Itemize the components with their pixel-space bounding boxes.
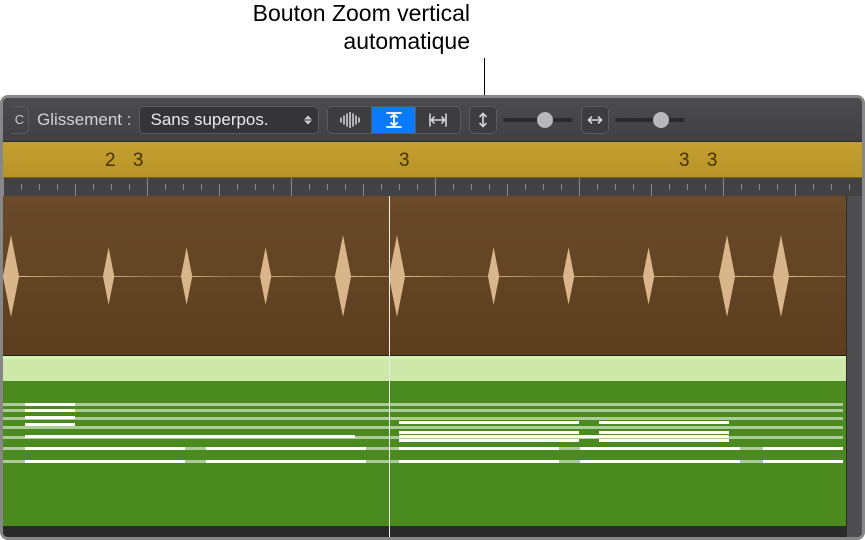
midi-note[interactable] [599,421,729,424]
midi-note[interactable] [25,403,75,406]
midi-note[interactable] [206,447,366,450]
midi-note[interactable] [25,435,355,438]
horizontal-zoom-button[interactable] [581,106,609,134]
ruler-bar-area[interactable]: 2 3 3 3 3 [3,142,862,178]
midi-track[interactable] [3,356,862,526]
midi-lane-line [3,409,843,412]
waveform-transient [181,243,230,309]
callout-text: Bouton Zoom vertical automatique [190,0,470,55]
ruler[interactable]: 2 3 3 3 3 [3,142,862,196]
midi-note[interactable] [399,439,579,442]
vertical-auto-zoom-icon [385,111,403,129]
midi-note[interactable] [763,447,843,450]
glissement-label: Glissement : [37,110,131,130]
waveform-transient [389,229,459,323]
updown-stepper-icon [304,115,312,124]
horizontal-auto-zoom-icon [428,113,448,127]
ruler-label: 3 [399,150,416,172]
midi-note[interactable] [599,439,729,442]
horizontal-zoom-slider-unit [581,106,685,134]
ruler-ticks [3,178,862,196]
playhead[interactable] [389,196,390,537]
midi-note[interactable] [25,416,75,419]
midi-note[interactable] [580,447,740,450]
callout-leader-line [484,58,485,98]
dropdown-value: Sans superpos. [150,110,268,130]
midi-note[interactable] [399,447,559,450]
callout-line1: Bouton Zoom vertical [253,0,470,26]
vertical-zoom-thumb[interactable] [537,112,553,128]
midi-note[interactable] [25,447,185,450]
midi-note[interactable] [399,421,579,424]
midi-lane-line [3,403,843,406]
ruler-label: 3 3 [679,150,723,172]
midi-note[interactable] [25,423,75,426]
waveform-transient [563,243,612,309]
callout-line2: automatique [343,28,470,54]
right-edge-strip [846,196,862,537]
ruler-label: 2 3 [105,150,149,172]
midi-note[interactable] [763,460,843,463]
vertical-zoom-slider-unit [469,106,573,134]
waveform-zoom-button[interactable] [328,107,372,133]
midi-note[interactable] [399,435,729,438]
midi-lane-line [3,417,843,420]
partial-left-label: C [15,112,24,127]
track-area [3,196,862,537]
waveform-transient [3,229,73,323]
zoom-mode-button-group [327,106,461,134]
waveform-transient [260,243,309,309]
vertical-auto-zoom-button[interactable] [372,107,416,133]
midi-note[interactable] [580,460,740,463]
horizontal-zoom-thumb[interactable] [653,112,669,128]
vertical-zoom-button[interactable] [469,106,497,134]
midi-note[interactable] [25,460,185,463]
waveform-icon [339,112,361,128]
horizontal-arrows-icon [587,113,603,127]
midi-note[interactable] [599,431,729,434]
partial-left-control[interactable]: C [11,106,29,134]
callout: Bouton Zoom vertical automatique [0,0,865,95]
midi-note[interactable] [399,460,559,463]
waveform-transient [488,243,537,309]
midi-note[interactable] [399,431,579,434]
toolbar: C Glissement : Sans superpos. [3,98,862,142]
vertical-zoom-slider[interactable] [503,118,573,122]
waveform-transient [643,243,692,309]
horizontal-auto-zoom-button[interactable] [416,107,460,133]
midi-region-header [3,359,862,381]
horizontal-zoom-slider[interactable] [615,118,685,122]
midi-lane-line [3,426,843,429]
midi-note[interactable] [25,409,75,412]
audio-editor-window: C Glissement : Sans superpos. [0,95,865,540]
audio-track[interactable] [3,196,862,356]
vertical-arrows-icon [476,112,490,128]
glissement-dropdown[interactable]: Sans superpos. [139,106,319,134]
midi-note[interactable] [206,460,366,463]
waveform-transient [773,229,843,323]
waveform-transient [103,243,152,309]
